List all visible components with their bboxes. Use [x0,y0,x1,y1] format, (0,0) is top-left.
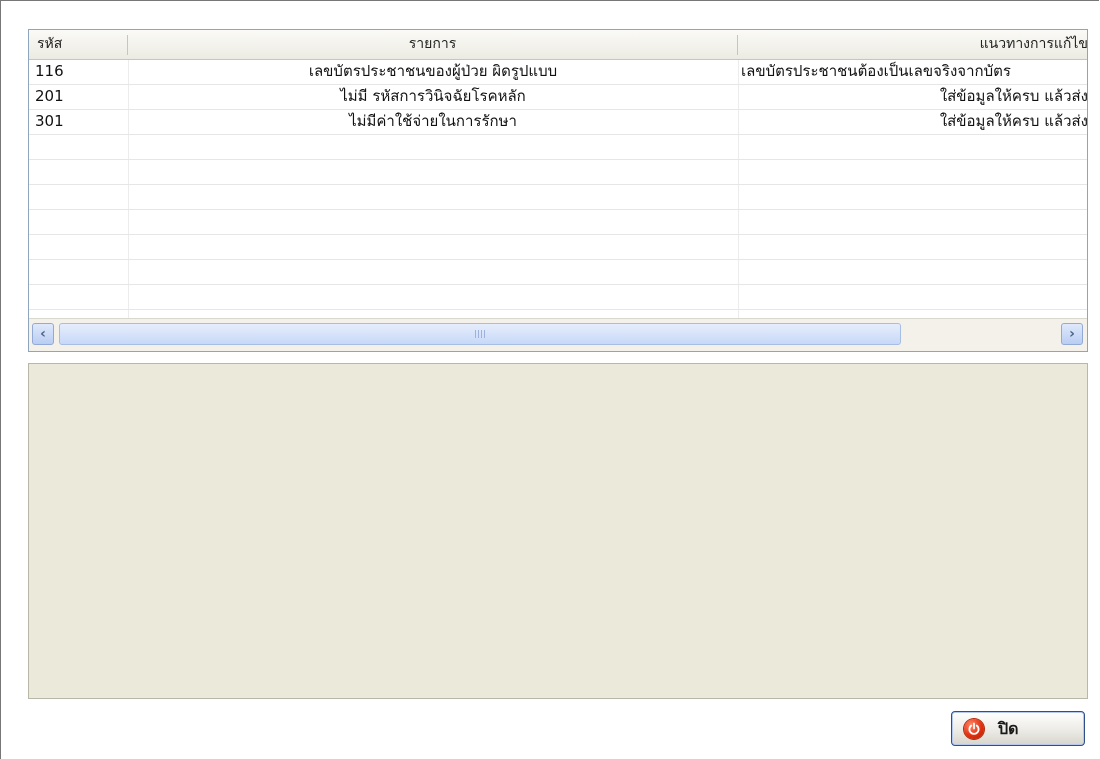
cell-code: 116 [35,62,64,80]
chevron-left-icon: ‹ [40,326,46,342]
chevron-right-icon: › [1069,326,1075,342]
empty-row [29,260,1087,285]
grip-icon [475,330,485,338]
table-row[interactable]: 201 ไม่มี รหัสการวินิจฉัยโรคหลัก ใส่ข้อม… [29,85,1087,110]
empty-row [29,160,1087,185]
grid-header: รหัส รายการ แนวทางการแก้ไข [29,30,1087,60]
scroll-left-button[interactable]: ‹ [32,323,54,345]
detail-panel [28,363,1088,699]
horizontal-scrollbar[interactable]: ‹ › [29,318,1087,351]
close-button-label: ปิด [998,719,1019,738]
table-row[interactable]: 116 เลขบัตรประชาชนของผู้ป่วย ผิดรูปแบบ เ… [29,60,1087,85]
column-header-code[interactable]: รหัส [37,30,117,59]
cell-item: ไม่มีค่าใช้จ่ายในการรักษา [349,112,517,130]
cell-solution: ใส่ข้อมูลให้ครบ แล้วส่ง [939,112,1088,130]
scroll-thumb[interactable] [59,323,901,345]
empty-row [29,210,1087,235]
column-header-item[interactable]: รายการ [128,30,737,59]
cell-code: 201 [35,87,64,105]
error-grid[interactable]: รหัส รายการ แนวทางการแก้ไข 116 เลขบัตรปร… [28,29,1088,352]
table-row[interactable]: 301 ไม่มีค่าใช้จ่ายในการรักษา ใส่ข้อมูลใ… [29,110,1087,135]
column-header-solution[interactable]: แนวทางการแก้ไข [738,30,1087,59]
empty-row [29,285,1087,310]
scroll-right-button[interactable]: › [1061,323,1083,345]
cell-item: เลขบัตรประชาชนของผู้ป่วย ผิดรูปแบบ [308,62,558,80]
grid-body: 116 เลขบัตรประชาชนของผู้ป่วย ผิดรูปแบบ เ… [29,60,1087,318]
power-icon [964,719,984,739]
empty-row [29,185,1087,210]
cell-code: 301 [35,112,64,130]
close-button[interactable]: ปิด [951,711,1085,746]
empty-row [29,235,1087,260]
cell-item: ไม่มี รหัสการวินิจฉัยโรคหลัก [340,87,526,105]
cell-solution: เลขบัตรประชาชนต้องเป็นเลขจริงจากบัตร [741,62,1011,80]
empty-row [29,135,1087,160]
window-frame: รหัส รายการ แนวทางการแก้ไข 116 เลขบัตรปร… [0,0,1099,759]
cell-solution: ใส่ข้อมูลให้ครบ แล้วส่ง [939,87,1088,105]
